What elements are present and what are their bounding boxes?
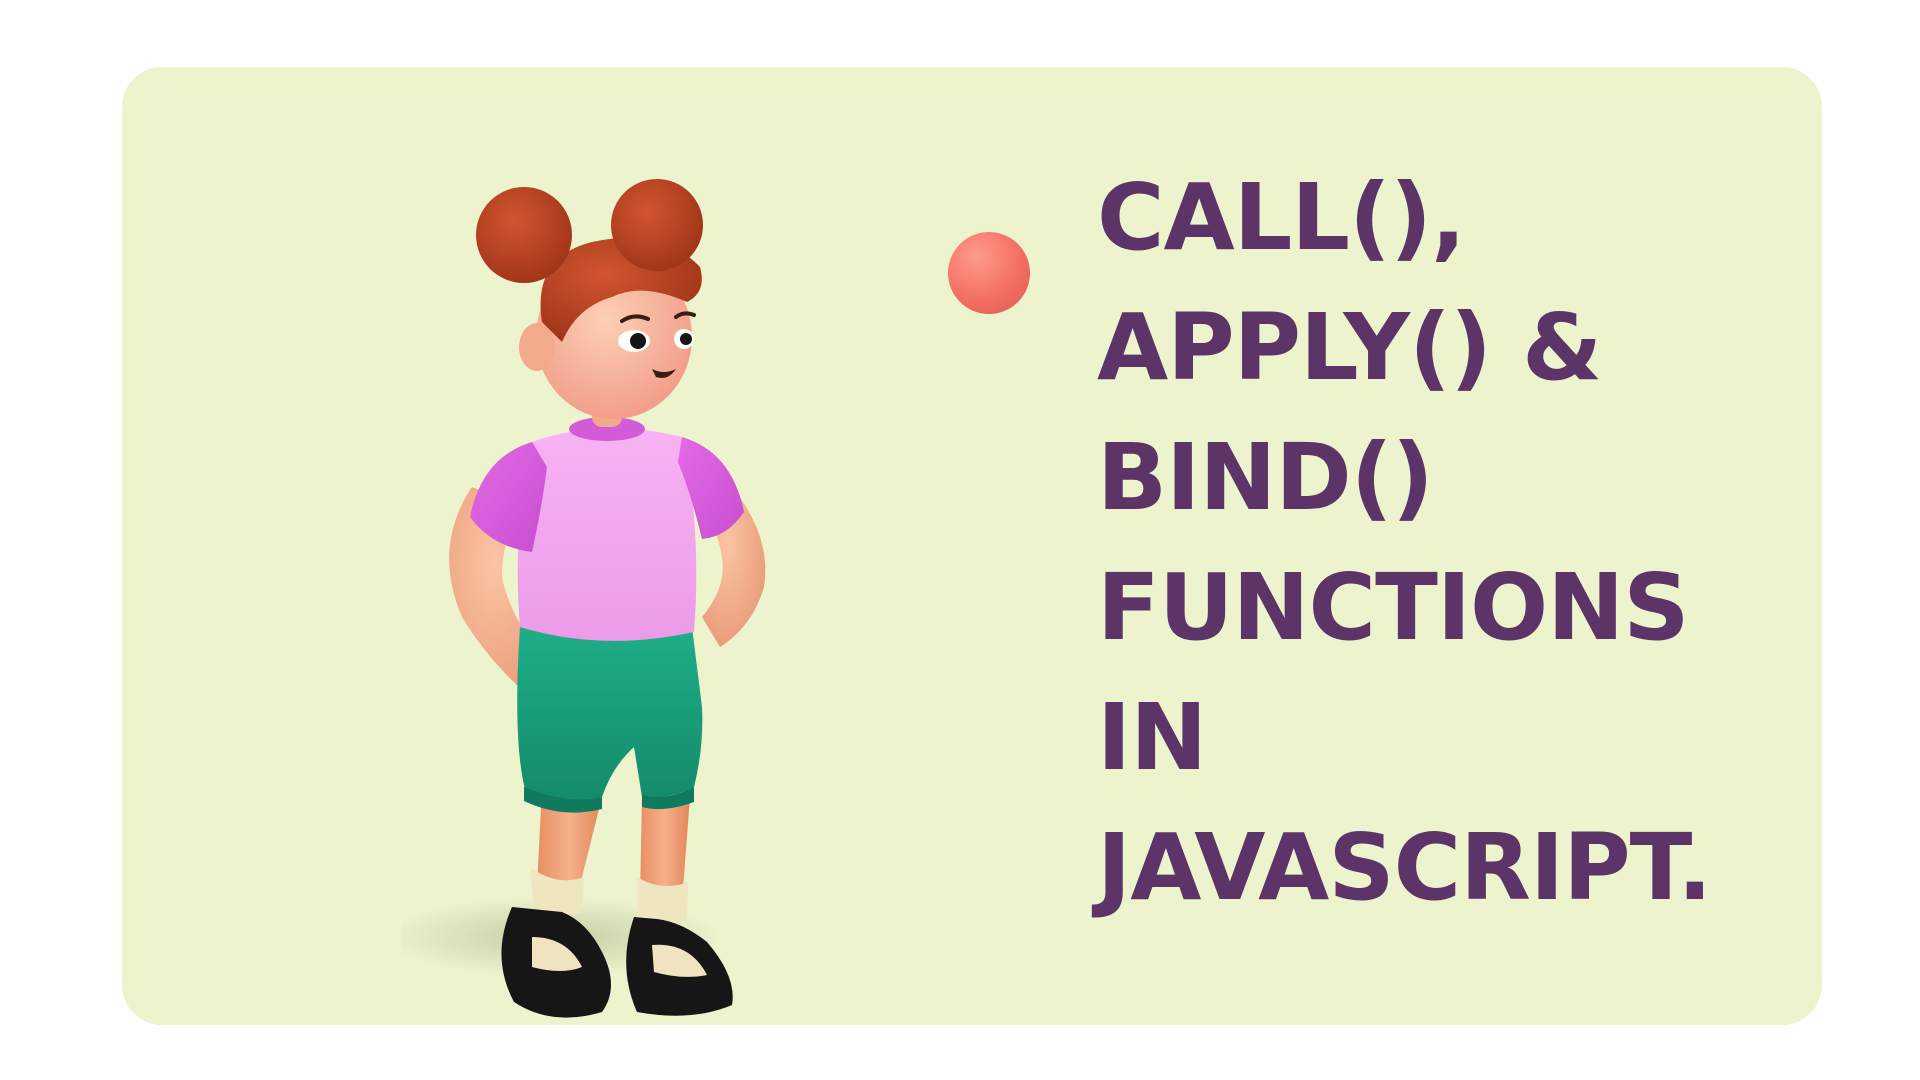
headline-line: JAVASCRIPT. xyxy=(1097,814,1712,921)
banner-card: CALL(), APPLY() & BIND() FUNCTIONS IN JA… xyxy=(122,67,1822,1025)
headline: CALL(), APPLY() & BIND() FUNCTIONS IN JA… xyxy=(1097,153,1797,933)
headline-line: BIND() xyxy=(1097,424,1434,531)
headline-line: APPLY() & xyxy=(1097,294,1602,401)
headline-line: FUNCTIONS xyxy=(1097,554,1690,661)
headline-line: IN xyxy=(1097,684,1207,791)
accent-dot xyxy=(948,232,1030,314)
girl-character-illustration xyxy=(402,179,766,1018)
headline-line: CALL(), xyxy=(1097,164,1466,271)
